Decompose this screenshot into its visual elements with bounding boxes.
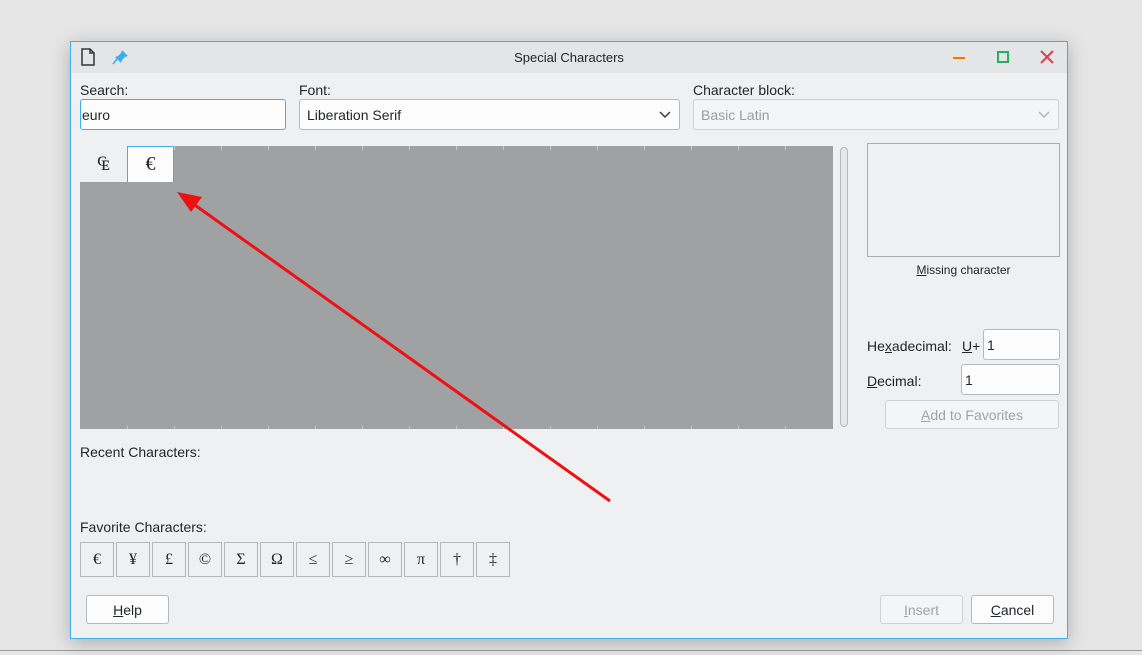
favorite-character-cell[interactable]: ‡: [476, 542, 510, 577]
minimize-icon[interactable]: [948, 47, 970, 67]
grid-column-tick: [597, 146, 598, 150]
unicode-prefix-label: U+: [962, 338, 981, 354]
grid-column-tick: [221, 426, 222, 429]
search-input[interactable]: [80, 99, 286, 130]
favorite-characters-label: Favorite Characters:: [80, 519, 207, 535]
missing-character-label: Missing character: [916, 263, 1011, 277]
character-cell-selected[interactable]: €: [127, 146, 174, 182]
grid-column-tick: [315, 146, 316, 150]
grid-column-tick: [456, 146, 457, 150]
character-block-label: Character block:: [693, 82, 795, 98]
character-block-select[interactable]: Basic Latin: [693, 99, 1059, 130]
grid-column-tick: [550, 146, 551, 150]
search-label: Search:: [80, 82, 129, 98]
favorite-character-cell[interactable]: Σ: [224, 542, 258, 577]
character-grid[interactable]: ₠ €: [80, 146, 833, 429]
grid-column-tick: [691, 146, 692, 150]
grid-column-tick: [268, 146, 269, 150]
favorite-character-cell[interactable]: £: [152, 542, 186, 577]
grid-column-tick: [362, 146, 363, 150]
grid-column-tick: [362, 426, 363, 429]
favorite-character-cell[interactable]: †: [440, 542, 474, 577]
close-icon[interactable]: [1036, 47, 1058, 67]
grid-column-tick: [268, 426, 269, 429]
decimal-label: Decimal:: [867, 373, 922, 389]
grid-column-tick: [644, 146, 645, 150]
favorite-character-cell[interactable]: ∞: [368, 542, 402, 577]
grid-column-tick: [644, 426, 645, 429]
grid-column-tick: [550, 426, 551, 429]
titlebar[interactable]: Special Characters: [71, 42, 1067, 73]
grid-column-tick: [503, 146, 504, 150]
grid-column-tick: [221, 146, 222, 150]
character-cell[interactable]: ₠: [80, 146, 127, 182]
grid-column-tick: [409, 146, 410, 150]
grid-scrollbar[interactable]: [840, 147, 848, 427]
grid-column-tick: [456, 426, 457, 429]
grid-column-tick: [174, 146, 175, 150]
favorite-character-cell[interactable]: ©: [188, 542, 222, 577]
favorite-character-cell[interactable]: ≤: [296, 542, 330, 577]
cancel-button[interactable]: Cancel: [971, 595, 1054, 624]
recent-characters-label: Recent Characters:: [80, 444, 201, 460]
grid-column-tick: [503, 426, 504, 429]
hexadecimal-input[interactable]: [983, 329, 1060, 360]
grid-column-tick: [315, 426, 316, 429]
grid-column-tick: [597, 426, 598, 429]
window-title: Special Characters: [514, 50, 624, 65]
hexadecimal-label: Hexadecimal:: [867, 338, 952, 354]
character-preview: [867, 143, 1060, 257]
grid-column-tick: [785, 146, 786, 150]
favorite-character-cell[interactable]: Ω: [260, 542, 294, 577]
grid-column-tick: [174, 426, 175, 429]
grid-column-tick: [127, 426, 128, 429]
character-block-value: Basic Latin: [701, 107, 770, 123]
chevron-down-icon: [659, 111, 671, 118]
help-button[interactable]: Help: [86, 595, 169, 624]
favorite-character-cell[interactable]: π: [404, 542, 438, 577]
font-select-value: Liberation Serif: [307, 107, 402, 123]
special-characters-dialog: Special Characters Search: Font: Liberat…: [70, 41, 1068, 639]
font-label: Font:: [299, 82, 331, 98]
grid-column-tick: [785, 426, 786, 429]
favorite-character-cell[interactable]: €: [80, 542, 114, 577]
grid-column-tick: [409, 426, 410, 429]
desktop-edge-line: [0, 650, 1142, 651]
grid-column-tick: [691, 426, 692, 429]
add-to-favorites-button[interactable]: Add to Favorites: [885, 400, 1059, 429]
chevron-down-icon: [1038, 111, 1050, 118]
grid-column-tick: [738, 146, 739, 150]
font-select[interactable]: Liberation Serif: [299, 99, 680, 130]
maximize-icon[interactable]: [992, 47, 1014, 67]
grid-column-tick: [738, 426, 739, 429]
decimal-input[interactable]: [961, 364, 1060, 395]
favorite-character-cell[interactable]: ≥: [332, 542, 366, 577]
favorite-character-cell[interactable]: ¥: [116, 542, 150, 577]
insert-button[interactable]: Insert: [880, 595, 963, 624]
